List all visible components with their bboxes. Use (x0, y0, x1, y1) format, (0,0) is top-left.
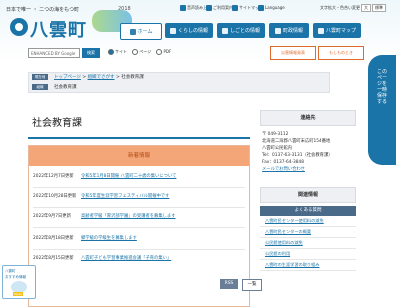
emergency-banner[interactable]: もしものとき (318, 46, 364, 60)
rss-button[interactable]: RSS (220, 279, 238, 289)
contact-tel: Tel：0137-63-3131（社会教育課） (262, 153, 333, 158)
save-page-label: このページを一時保存する (377, 69, 388, 105)
text-size-controls: 文字拡大・色合い変更 大 標準 (320, 4, 386, 12)
gnav-home[interactable]: ホーム (120, 23, 162, 40)
current-location-tag: 現在地 (32, 74, 48, 80)
work-icon (222, 27, 229, 34)
news-item: 2022年9月7日更新 高齢者学級「厚沢部学園」の受講者を募集します (33, 214, 176, 219)
guide-icon (206, 5, 212, 11)
divider (33, 187, 245, 188)
breadcrumb-top[interactable]: トップページ (54, 75, 81, 80)
related-item[interactable]: 公民館使用料の減免 (260, 238, 356, 249)
list-button[interactable]: 一覧 (242, 279, 262, 291)
scope-pdf-radio[interactable] (156, 49, 163, 55)
save-page-tab[interactable]: このページを一時保存する (368, 55, 396, 165)
org-tag: 組織 (32, 84, 48, 90)
speaker-icon (180, 5, 186, 11)
sitemap-icon (232, 5, 238, 11)
contact-address: 北海道二海郡八雲町末広町154番地 (262, 139, 331, 144)
related-item[interactable]: 公民館の利用 (260, 249, 356, 260)
life-icon (169, 27, 176, 34)
map-icon (317, 27, 324, 34)
title-underline (28, 137, 250, 139)
news-item: 2022年10月28日更新 令和5年度生涯学習フェスティバル開催中です (33, 194, 170, 199)
org-name: 社会教育課 (54, 85, 77, 90)
divider (33, 207, 245, 208)
globe-icon (258, 5, 264, 11)
related-item[interactable]: 八雲町民センター使用料の減免 (260, 216, 356, 227)
news-item: 2022年8月15日更新 八雲町子ども学習事業推進会議「子育の集い」 (33, 256, 172, 261)
contact-postal: 〒 049-3112 (262, 132, 289, 137)
related-item[interactable]: 八雲町民センターの概要 (260, 227, 356, 238)
news-item: 2022年12月7日更新 令和5年1月8日開催 八雲町二十歳の集いについて (33, 174, 177, 179)
home-icon (129, 28, 136, 35)
anniversary-year: 2018 (118, 6, 131, 12)
related-item[interactable]: 八雲町の生涯学習の取り組み (260, 260, 356, 271)
scope-site-radio[interactable] (108, 49, 114, 55)
widget-town: 八雲町 (5, 269, 16, 273)
faq-heading: よくある質問 (260, 206, 356, 216)
text-size-standard-button[interactable]: 標準 (372, 4, 386, 12)
open-badge: Open (13, 292, 24, 296)
sidebar: 連絡先 〒 049-3112 北海道二海郡八雲町末広町154番地 八雲町公民館内… (260, 110, 356, 271)
town-icon (274, 27, 281, 34)
scope-page-radio[interactable] (132, 49, 139, 55)
page-title: 社会教育課 (32, 118, 82, 129)
recommend-widget[interactable]: 八雲町 おすすめ情報 Open (2, 265, 36, 299)
gnav-town[interactable]: 町政情報 (269, 23, 309, 38)
divider (33, 249, 245, 250)
news-item: 2022年8月18日更新 郷学級の学級生を募集します (33, 236, 137, 241)
contact-mail-link[interactable]: メールでお問い合わせ (260, 166, 356, 173)
search-scope-options: サイト ページ PDF (104, 49, 171, 55)
tagline: 日本で唯一 ・ 二つの海をもつ町 (6, 7, 79, 13)
town-emblem-icon (10, 18, 28, 36)
search-input[interactable]: ENHANCED BY Google (28, 48, 80, 58)
town-name: 八雲町 (30, 20, 87, 41)
gnav-work[interactable]: しごとの情報 (217, 23, 265, 38)
news-panel: 新着情報 2022年12月7日更新 令和5年1月8日開催 八雲町二十歳の集いについ… (28, 145, 250, 307)
breadcrumb: トップページ > 組織でさがす > 社会教育課 (54, 75, 144, 80)
breadcrumb-current: 社会教育課 (121, 75, 144, 80)
widget-title: おすすめ情報 (5, 275, 26, 279)
news-heading: 新着情報 (29, 146, 249, 166)
gnav-life[interactable]: くらしの情報 (165, 23, 213, 38)
contact-building: 八雲町公民館内 (262, 146, 293, 151)
breadcrumb-org[interactable]: 組織でさがす (88, 75, 115, 80)
disaster-info-banner[interactable]: 災害情報発表 (270, 46, 316, 60)
util-link-guide[interactable]: ご利用案内 (206, 5, 233, 11)
text-size-large-button[interactable]: 大 (361, 4, 371, 12)
contact-fax: Fax：0137-64-3848 (262, 160, 304, 165)
util-link-language[interactable]: Language (258, 5, 285, 11)
contact-heading: 連絡先 (260, 110, 356, 126)
text-size-label: 文字拡大・色合い変更 (320, 5, 360, 10)
divider (33, 227, 245, 228)
related-heading: 関連情報 (260, 187, 356, 203)
gnav-map[interactable]: 八雲町マップ (313, 23, 361, 38)
search-button[interactable]: 検索 (82, 48, 100, 58)
